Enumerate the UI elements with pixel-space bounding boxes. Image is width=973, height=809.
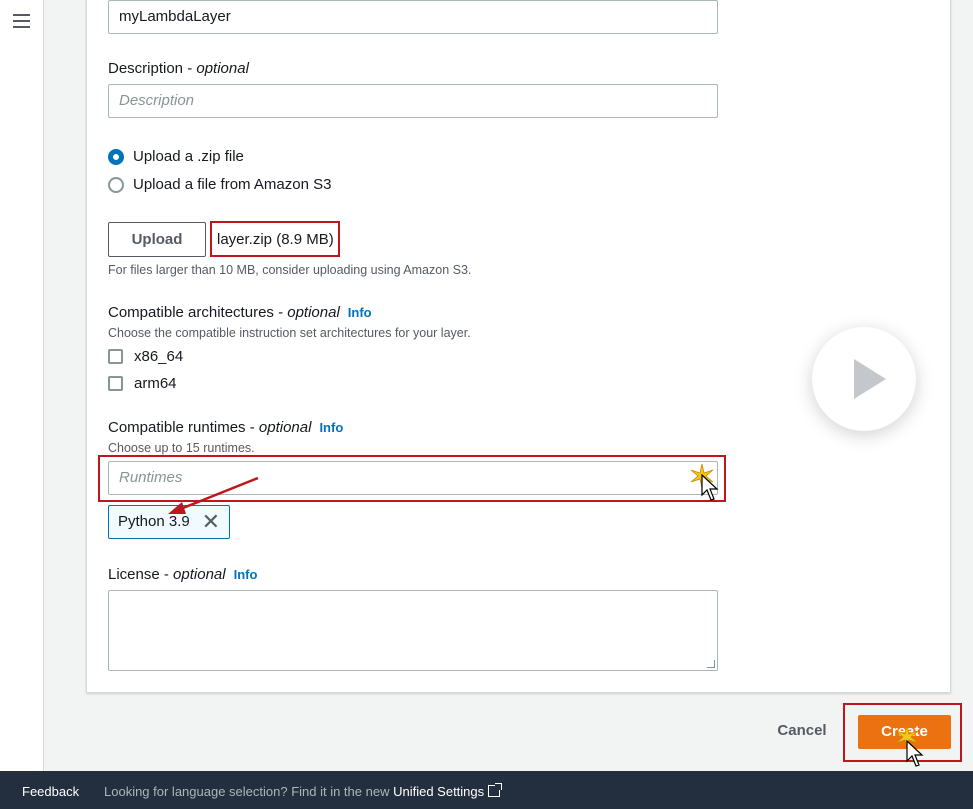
- radio-label: Upload a file from Amazon S3: [133, 176, 332, 193]
- cursor-icon: [701, 474, 719, 501]
- external-link-icon: [488, 783, 503, 797]
- console-footer: Feedback Looking for language selection?…: [0, 771, 973, 809]
- license-textarea[interactable]: [108, 590, 718, 671]
- runtimes-label: Compatible runtimes - optional Info: [108, 419, 344, 436]
- play-icon[interactable]: [812, 327, 916, 431]
- architectures-hint: Choose the compatible instruction set ar…: [108, 326, 471, 340]
- upload-hint: For files larger than 10 MB, consider up…: [108, 263, 472, 277]
- language-message: Looking for language selection? Find it …: [104, 783, 503, 799]
- feedback-link[interactable]: Feedback: [22, 784, 79, 799]
- annotation-arrow: [168, 476, 259, 514]
- license-info-link[interactable]: Info: [234, 567, 258, 582]
- description-label: Description - optional: [108, 60, 249, 77]
- layer-name-input[interactable]: myLambdaLayer: [108, 0, 718, 34]
- description-input[interactable]: Description: [108, 84, 718, 118]
- radio-label: Upload a .zip file: [133, 148, 244, 165]
- radio-selected-icon[interactable]: [108, 148, 124, 165]
- runtimes-info-link[interactable]: Info: [319, 420, 343, 435]
- upload-button[interactable]: Upload: [108, 222, 206, 257]
- radio-upload-s3[interactable]: Upload a file from Amazon S3: [108, 176, 331, 193]
- runtimes-hint: Choose up to 15 runtimes.: [108, 441, 255, 455]
- unified-settings-link[interactable]: Unified Settings: [393, 784, 484, 799]
- checkbox-label: arm64: [134, 375, 177, 392]
- license-label: License - optional Info: [108, 566, 258, 583]
- checkbox-icon[interactable]: [108, 376, 123, 391]
- side-navigation: [0, 0, 44, 771]
- checkbox-x86-64[interactable]: x86_64: [108, 348, 183, 365]
- radio-unselected-icon[interactable]: [108, 176, 124, 193]
- resize-handle-icon[interactable]: [707, 660, 715, 668]
- menu-icon[interactable]: [13, 14, 30, 28]
- checkbox-arm64[interactable]: arm64: [108, 375, 177, 392]
- uploaded-file-name: layer.zip (8.9 MB): [217, 231, 334, 248]
- checkbox-icon[interactable]: [108, 349, 123, 364]
- radio-upload-zip[interactable]: Upload a .zip file: [108, 148, 244, 165]
- architectures-label: Compatible architectures - optional Info: [108, 304, 372, 321]
- checkbox-label: x86_64: [134, 348, 184, 365]
- cancel-button[interactable]: Cancel: [770, 722, 834, 739]
- cursor-icon: [906, 740, 924, 767]
- architectures-info-link[interactable]: Info: [348, 305, 372, 320]
